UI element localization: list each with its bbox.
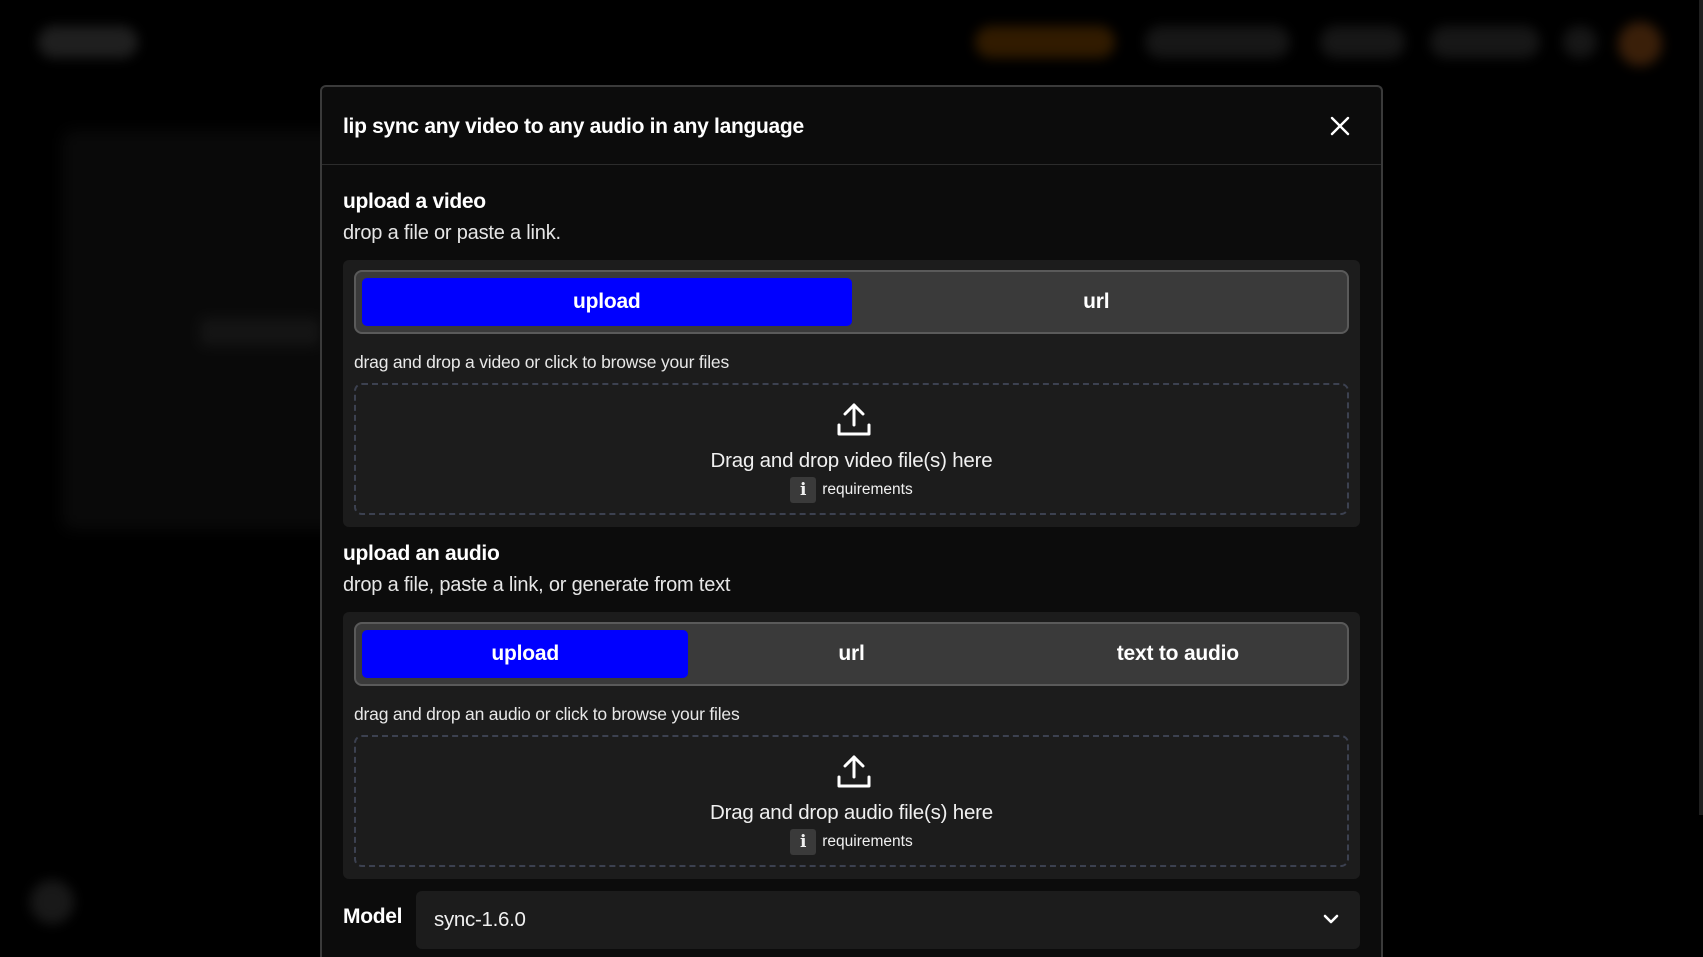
- modal-title: lip sync any video to any audio in any l…: [343, 115, 804, 138]
- video-tab-upload[interactable]: upload: [362, 278, 852, 326]
- model-selected-value: sync-1.6.0: [434, 908, 526, 931]
- video-source-tabs: upload url: [354, 270, 1349, 334]
- video-requirements-label: requirements: [822, 481, 913, 498]
- audio-tab-upload[interactable]: upload: [362, 630, 689, 678]
- video-upload-hint: drag and drop a video or click to browse…: [354, 352, 729, 372]
- audio-dropzone[interactable]: Drag and drop audio file(s) here i requi…: [354, 735, 1349, 867]
- audio-requirements-label: requirements: [822, 833, 913, 850]
- audio-source-tabs: upload url text to audio: [354, 622, 1349, 686]
- video-tab-url[interactable]: url: [852, 278, 1342, 326]
- audio-section-subtitle: drop a file, paste a link, or generate f…: [343, 574, 731, 596]
- upload-icon: [837, 755, 871, 788]
- audio-section-title: upload an audio: [343, 542, 500, 565]
- audio-tab-text-to-audio[interactable]: text to audio: [1015, 630, 1341, 678]
- audio-requirements[interactable]: i requirements: [356, 829, 1347, 855]
- video-section-title: upload a video: [343, 190, 486, 213]
- video-drop-text: Drag and drop video file(s) here: [710, 449, 993, 472]
- close-icon: [1330, 116, 1350, 136]
- model-label: Model: [343, 905, 403, 928]
- audio-upload-hint: drag and drop an audio or click to brows…: [354, 704, 740, 724]
- video-upload-panel: upload url drag and drop a video or clic…: [343, 260, 1360, 527]
- modal-header: lip sync any video to any audio in any l…: [322, 87, 1381, 165]
- close-button[interactable]: [1323, 109, 1357, 143]
- audio-tab-url[interactable]: url: [688, 630, 1014, 678]
- model-select[interactable]: sync-1.6.0: [416, 891, 1360, 949]
- video-requirements[interactable]: i requirements: [356, 477, 1347, 503]
- info-icon: i: [790, 829, 817, 855]
- video-section-subtitle: drop a file or paste a link.: [343, 222, 561, 244]
- upload-icon: [837, 403, 871, 436]
- video-dropzone[interactable]: Drag and drop video file(s) here i requi…: [354, 383, 1349, 515]
- chevron-down-icon: [1323, 914, 1339, 924]
- lipsync-modal: lip sync any video to any audio in any l…: [320, 85, 1383, 957]
- info-icon: i: [790, 477, 817, 503]
- audio-drop-text: Drag and drop audio file(s) here: [709, 801, 994, 824]
- audio-upload-panel: upload url text to audio drag and drop a…: [343, 612, 1360, 879]
